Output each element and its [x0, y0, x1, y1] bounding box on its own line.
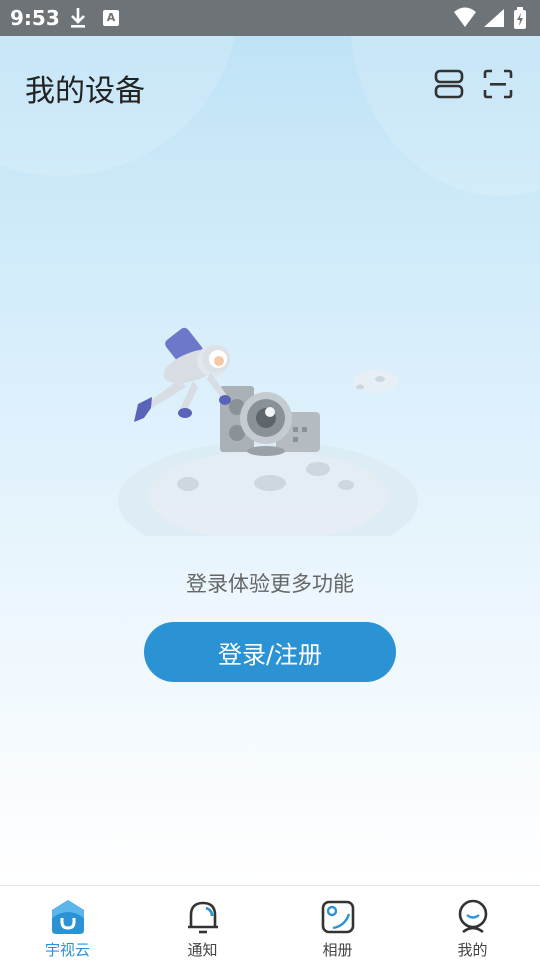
download-icon: [71, 8, 85, 28]
profile-icon: [458, 899, 488, 934]
list-view-icon[interactable]: [433, 68, 465, 100]
tab-album[interactable]: 相册: [270, 886, 405, 961]
tab-notifications[interactable]: 通知: [135, 886, 270, 961]
cloud-home-icon: [52, 900, 84, 934]
status-bar: 9:53 A: [0, 0, 540, 36]
bottom-tab-bar: 宇视云 通知 相册 我的: [0, 885, 540, 961]
astronaut-camera-moon-illustration: [118, 327, 418, 536]
bell-icon: [188, 901, 218, 934]
tab-mine[interactable]: 我的: [405, 886, 540, 961]
login-register-button[interactable]: 登录/注册: [144, 622, 396, 682]
a-box-icon: A: [103, 10, 119, 26]
wifi-icon: [454, 7, 476, 27]
tab-label: 相册: [322, 941, 353, 959]
main-area: 我的设备 登录体验更多功能 登录/注册: [0, 36, 540, 885]
login-prompt-text: 登录体验更多功能: [186, 572, 354, 596]
page-title: 我的设备: [25, 74, 145, 109]
tab-label: 我的: [457, 941, 488, 959]
scan-icon[interactable]: [482, 68, 514, 100]
tab-label: 宇视云: [44, 941, 90, 959]
status-time: 9:53: [10, 6, 60, 30]
status-indicators: [454, 7, 526, 29]
tab-yushiyun[interactable]: 宇视云: [0, 886, 135, 961]
battery-icon: [514, 7, 526, 29]
bg-decoration: [350, 36, 540, 196]
signal-icon: [484, 9, 504, 27]
album-icon: [321, 900, 355, 934]
astronaut: [134, 327, 231, 422]
tab-label: 通知: [187, 941, 218, 959]
